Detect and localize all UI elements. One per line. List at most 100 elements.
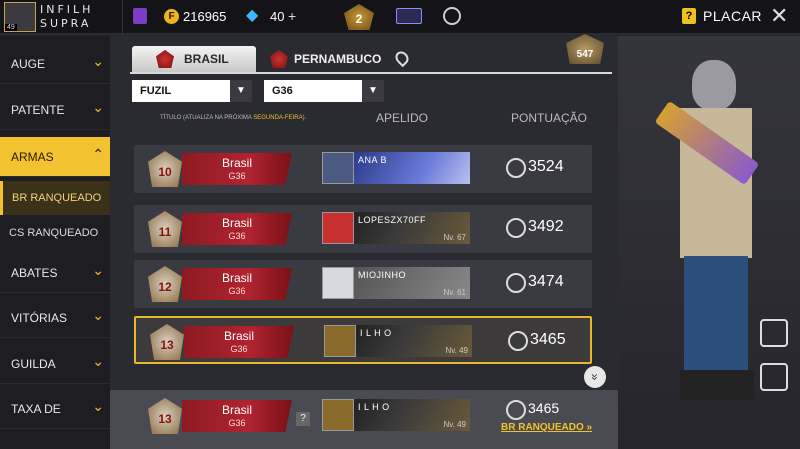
player-nickname: ANA B	[358, 155, 388, 165]
avatar[interactable]	[322, 152, 354, 184]
weapon-label: G36	[228, 286, 246, 296]
rank-emblem-icon: 13	[148, 398, 182, 434]
table-row[interactable]: 11 Brasil G36 LOPESZX70FF Nv. 67 3492	[134, 205, 592, 253]
help-icon[interactable]: ?	[682, 8, 696, 24]
sidebar-item-label: AUGE	[11, 57, 46, 71]
tab-label: BRASIL	[184, 52, 229, 66]
player-level: Nv. 49	[443, 420, 466, 429]
player-name-line1: INFILH	[40, 3, 94, 16]
avatar[interactable]	[324, 325, 356, 357]
sidebar-item-label: ARMAS	[11, 150, 54, 164]
title-ribbon: Brasil G36	[182, 153, 292, 185]
title-ribbon: Brasil G36	[184, 326, 294, 358]
tab-pernambuco[interactable]: PERNAMBUCO	[266, 46, 396, 72]
score-icon	[501, 213, 531, 243]
player-banner[interactable]: MIOJINHO Nv. 61	[354, 267, 470, 299]
gold-coin-icon: F	[164, 9, 179, 24]
sidebar-item-label: BR RANQUEADO	[12, 192, 102, 204]
chevron-down-icon: ⌄	[92, 398, 104, 414]
close-button[interactable]: ✕	[770, 4, 788, 28]
player-avatar[interactable]: 49	[4, 2, 36, 32]
chevron-down-icon: ⌄	[92, 99, 104, 115]
speedometer-icon[interactable]	[443, 7, 461, 25]
rank-emblem-icon: 12	[148, 266, 182, 302]
player-nickname: I L H O	[360, 328, 392, 338]
sidebar-item-patente[interactable]: PATENTE ⌄	[0, 90, 110, 130]
sidebar-item-guilda[interactable]: GUILDA ⌄	[0, 344, 110, 384]
weapon-type-dropdown[interactable]: FUZIL ▼	[132, 80, 252, 102]
player-level: 49	[5, 24, 17, 31]
weapon-type-value: FUZIL	[140, 85, 172, 97]
player-nickname: MIOJINHO	[358, 270, 406, 280]
scroll-down-icon[interactable]: »	[584, 366, 606, 388]
player-name-line2: SUPRA	[40, 17, 92, 30]
weapon-dropdown[interactable]: G36 ▼	[264, 80, 384, 102]
sidebar-item-vitorias[interactable]: VITÓRIAS ⌄	[0, 298, 110, 338]
country-label: Brasil	[221, 271, 252, 285]
top-bar: 49 INFILH SUPRA F 216965 ◆ 40 + 2 ? PLAC…	[0, 0, 800, 34]
nickname-column-header: APELIDO	[376, 111, 429, 125]
inspect-icon[interactable]	[760, 319, 788, 347]
sidebar-item-label: ABATES	[11, 266, 58, 280]
page-title: PLACAR	[703, 8, 763, 24]
medal-count: 547	[576, 49, 594, 60]
coin-count: 216965	[183, 9, 227, 24]
player-banner[interactable]: I L H O Nv. 49	[354, 399, 470, 431]
sidebar-item-label: CS RANQUEADO	[9, 227, 99, 239]
table-row-current-player[interactable]: 13 Brasil G36 I L H O Nv. 49 3465	[134, 316, 592, 364]
elite-pass-icon[interactable]	[133, 8, 147, 24]
title-ribbon: Brasil G36	[182, 268, 292, 300]
weapon-value: G36	[272, 85, 293, 97]
chevron-down-icon: ▼	[230, 80, 252, 102]
country-label: Brasil	[221, 156, 252, 170]
table-row[interactable]: 12 Brasil G36 MIOJINHO Nv. 61 3474	[134, 260, 592, 308]
title-ribbon: Brasil G36	[182, 400, 292, 432]
sidebar-subitem-br-ranqueado[interactable]: BR RANQUEADO	[0, 181, 110, 215]
share-icon[interactable]	[760, 363, 788, 391]
sidebar-item-auge[interactable]: AUGE ⌄	[0, 44, 110, 84]
chevron-down-icon: ⌄	[92, 307, 104, 323]
country-label: Brasil	[223, 329, 254, 343]
player-banner[interactable]: ANA B	[354, 152, 470, 184]
player-level: Nv. 67	[443, 233, 466, 242]
character-head	[692, 60, 736, 110]
table-row[interactable]: 10 Brasil G36 ANA B 3524	[134, 145, 592, 193]
weapon-label: G36	[228, 231, 246, 241]
weapon-label: G36	[228, 418, 246, 428]
divider	[122, 0, 123, 34]
help-icon[interactable]: ?	[296, 412, 310, 426]
avatar[interactable]	[322, 212, 354, 244]
player-banner[interactable]: LOPESZX70FF Nv. 67	[354, 212, 470, 244]
score-value: 3465	[528, 400, 560, 416]
br-ranqueado-link[interactable]: BR RANQUEADO »	[501, 422, 592, 433]
weapon-label: G36	[228, 171, 246, 181]
sidebar-item-armas[interactable]: ARMAS ⌃	[0, 137, 110, 177]
sidebar-subitem-cs-ranqueado[interactable]: CS RANQUEADO	[0, 216, 110, 250]
rank-badge-icon[interactable]: 2	[344, 4, 374, 30]
title-ribbon: Brasil G36	[182, 213, 292, 245]
player-level: Nv. 61	[443, 288, 466, 297]
player-nickname: I L H O	[358, 402, 390, 412]
player-level: Nv. 49	[445, 346, 468, 355]
weapon-label: G36	[230, 344, 248, 354]
score-value: 3465	[530, 331, 566, 348]
chevron-up-icon: ⌃	[92, 146, 104, 162]
tab-brasil[interactable]: BRASIL	[132, 46, 256, 72]
sidebar-item-taxa[interactable]: TAXA DE ⌄	[0, 389, 110, 429]
ticket-icon[interactable]	[396, 8, 422, 24]
score-icon	[501, 153, 531, 183]
score-value: 3474	[528, 273, 564, 290]
add-diamonds-button[interactable]: +	[288, 8, 296, 24]
chevron-down-icon: ⌄	[92, 53, 104, 69]
sidebar-item-abates[interactable]: ABATES ⌄	[0, 253, 110, 293]
avatar[interactable]	[322, 267, 354, 299]
sidebar-item-label: GUILDA	[11, 357, 56, 371]
score-value: 3492	[528, 218, 564, 235]
player-banner[interactable]: I L H O Nv. 49	[356, 325, 472, 357]
chevron-down-icon: ⌄	[92, 353, 104, 369]
rank-emblem-icon: 13	[150, 324, 184, 360]
avatar[interactable]	[322, 399, 354, 431]
brasil-emblem-icon	[156, 50, 174, 68]
score-icon	[501, 268, 531, 298]
score-icon	[501, 395, 531, 425]
